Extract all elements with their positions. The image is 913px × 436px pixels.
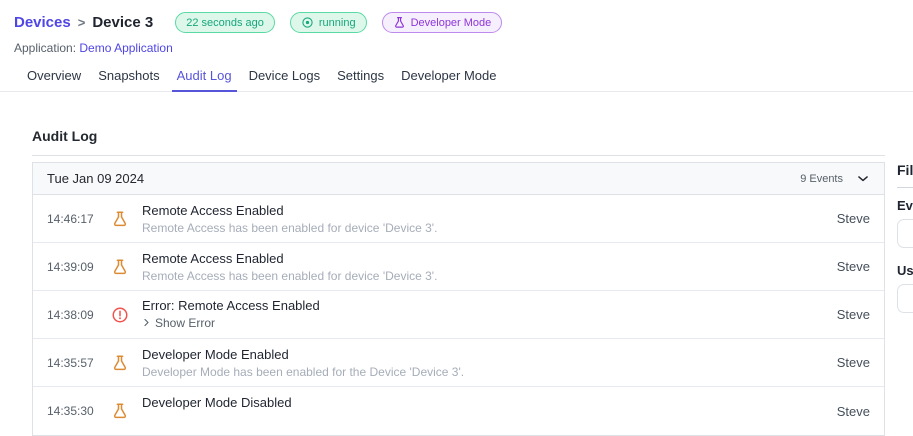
- event-title: Developer Mode Enabled: [142, 346, 289, 362]
- flask-icon: [393, 16, 406, 29]
- event-title: Remote Access Enabled: [142, 250, 284, 266]
- breadcrumb-separator: >: [77, 15, 86, 30]
- filter-panel-title: Filter: [897, 162, 913, 178]
- event-user: Steve: [836, 259, 870, 274]
- group-date-label: Tue Jan 09 2024: [47, 171, 145, 186]
- flask-icon: [111, 354, 129, 372]
- filter-panel: Filter Event Type User: [897, 162, 913, 313]
- event-user: Steve: [836, 307, 870, 322]
- application-label: Application:: [14, 41, 77, 55]
- event-type-filter-label: Event Type: [897, 198, 913, 213]
- running-status-badge: running: [289, 12, 367, 33]
- event-user: Steve: [836, 403, 870, 419]
- tab-developer-mode[interactable]: Developer Mode: [396, 63, 501, 91]
- audit-row: 14:39:09 Remote Access Enabled Remote Ac…: [33, 243, 884, 291]
- events-count-badge: 9 Events: [800, 172, 843, 185]
- tab-bar: Overview Snapshots Audit Log Device Logs…: [0, 63, 913, 92]
- audit-row: 14:38:09 Error: Remote Access Enabled Sh…: [33, 291, 884, 339]
- event-time: 14:38:09: [47, 307, 94, 322]
- event-user: Steve: [836, 211, 870, 226]
- tab-audit-log[interactable]: Audit Log: [171, 63, 237, 92]
- tab-device-logs[interactable]: Device Logs: [244, 63, 326, 91]
- audit-row: 14:35:30 Developer Mode Disabled Steve: [33, 387, 884, 435]
- section-divider: [32, 155, 885, 156]
- date-group-header: Tue Jan 09 2024 9 Events: [33, 163, 884, 195]
- record-circle-icon: [301, 16, 314, 29]
- event-title: Developer Mode Disabled: [142, 395, 292, 410]
- event-title: Error: Remote Access Enabled: [142, 297, 320, 313]
- event-time: 14:35:30: [47, 404, 94, 418]
- event-time: 14:46:17: [47, 211, 94, 226]
- page-title: Device 3: [92, 14, 154, 31]
- last-seen-label: 22 seconds ago: [186, 16, 264, 29]
- event-description: Remote Access has been enabled for devic…: [142, 268, 438, 283]
- show-error-link[interactable]: Show Error: [142, 316, 215, 330]
- developer-mode-label: Developer Mode: [410, 16, 492, 29]
- section-title: Audit Log: [32, 128, 98, 144]
- event-title: Remote Access Enabled: [142, 202, 284, 218]
- developer-mode-badge: Developer Mode: [381, 12, 503, 33]
- audit-row: 14:46:17 Remote Access Enabled Remote Ac…: [33, 195, 884, 243]
- event-time: 14:39:09: [47, 259, 94, 274]
- chevron-right-icon: [142, 316, 151, 330]
- breadcrumb: Devices > Device 3 22 seconds ago runnin…: [14, 12, 913, 33]
- application-line: Application: Demo Application: [14, 41, 913, 55]
- event-time: 14:35:57: [47, 355, 94, 370]
- page-header: Devices > Device 3 22 seconds ago runnin…: [0, 0, 913, 55]
- show-error-label: Show Error: [155, 315, 216, 330]
- flask-icon: [111, 258, 129, 276]
- audit-log-table: Tue Jan 09 2024 9 Events 14:46:17 Remote…: [32, 162, 885, 436]
- status-badges: 22 seconds ago running Developer Mode: [175, 12, 503, 33]
- last-seen-badge: 22 seconds ago: [175, 12, 275, 33]
- chevron-down-icon[interactable]: [856, 172, 870, 186]
- event-description: Remote Access has been enabled for devic…: [142, 220, 438, 235]
- tab-settings[interactable]: Settings: [332, 63, 389, 91]
- event-description: [142, 413, 837, 427]
- user-filter-label: User: [897, 263, 913, 278]
- event-type-filter-input[interactable]: [897, 219, 913, 248]
- running-status-label: running: [318, 16, 356, 29]
- audit-row: 14:35:57 Developer Mode Enabled Develope…: [33, 339, 884, 387]
- tab-overview[interactable]: Overview: [22, 63, 86, 91]
- event-description: Developer Mode has been enabled for the …: [142, 364, 465, 379]
- breadcrumb-devices-link[interactable]: Devices: [14, 14, 71, 31]
- flask-icon: [111, 210, 129, 228]
- flask-icon: [111, 402, 129, 420]
- filter-panel-divider: [897, 187, 913, 188]
- tab-snapshots[interactable]: Snapshots: [93, 63, 164, 91]
- application-link[interactable]: Demo Application: [79, 41, 172, 55]
- error-circle-icon: [111, 306, 129, 324]
- event-user: Steve: [836, 355, 870, 370]
- user-filter-input[interactable]: [897, 284, 913, 313]
